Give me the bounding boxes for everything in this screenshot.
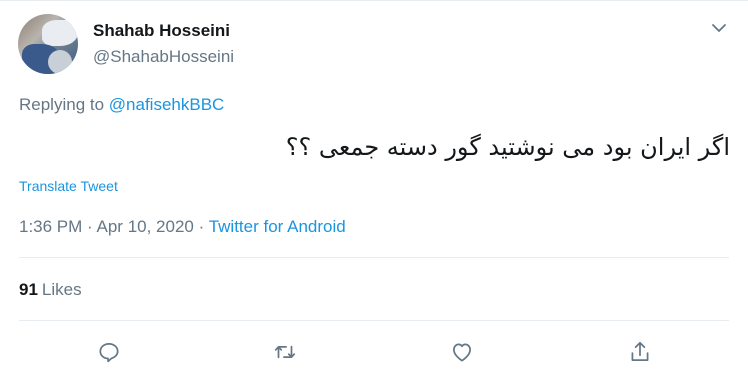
retweet-icon[interactable] [272,339,298,365]
author-name[interactable]: Shahab Hosseini [93,21,230,41]
tweet-meta: 1:36 PM · Apr 10, 2020 · Twitter for And… [19,217,346,237]
author-handle[interactable]: @ShahabHosseini [93,47,234,67]
meta-separator: · [87,217,93,236]
divider [19,257,729,258]
share-icon[interactable] [627,339,653,365]
heart-icon[interactable] [449,339,475,365]
chevron-down-icon[interactable] [709,18,729,38]
tweet-text: اگر ایران بود می نوشتید گور دسته جمعی ؟؟ [285,133,730,161]
divider [19,320,729,321]
likes-stat[interactable]: 91 Likes [19,280,82,300]
reply-mention-link[interactable]: @nafisehkBBC [109,95,225,114]
avatar[interactable] [18,14,78,74]
replying-to-prefix: Replying to [19,95,105,114]
replying-to-line: Replying to @nafisehkBBC [19,95,224,115]
likes-label: Likes [41,280,82,299]
tweet-card: Shahab Hosseini @ShahabHosseini Replying… [0,0,748,381]
tweet-source-link[interactable]: Twitter for Android [209,217,346,236]
reply-icon[interactable] [96,339,122,365]
top-divider [0,0,748,1]
meta-separator-2: · [198,217,205,236]
likes-count: 91 [19,280,38,299]
tweet-date[interactable]: Apr 10, 2020 [97,217,194,236]
translate-tweet-link[interactable]: Translate Tweet [19,178,118,194]
tweet-time[interactable]: 1:36 PM [19,217,82,236]
